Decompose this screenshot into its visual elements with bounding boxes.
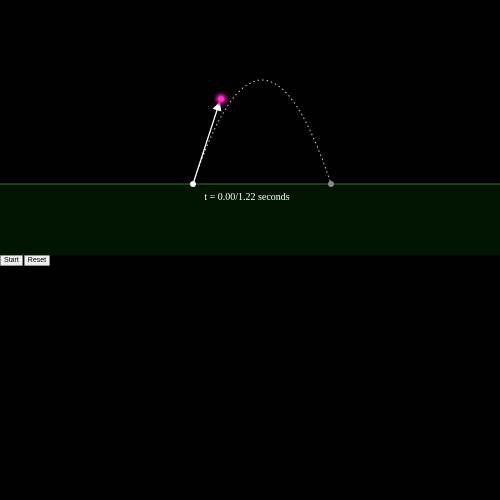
landing-point (328, 181, 334, 187)
control-bar: Start Reset (0, 255, 51, 266)
projectile[interactable] (218, 96, 224, 102)
velocity-arrow[interactable] (192, 101, 222, 185)
time-readout: t = 0.00/1.22 seconds (204, 192, 289, 203)
simulation-canvas: t = 0.00/1.22 seconds (0, 0, 500, 256)
simulation-svg: t = 0.00/1.22 seconds (0, 79, 500, 255)
start-button[interactable]: Start (0, 255, 23, 266)
launch-point[interactable] (190, 181, 196, 187)
trajectory-path (192, 79, 332, 185)
reset-button[interactable]: Reset (23, 255, 51, 266)
